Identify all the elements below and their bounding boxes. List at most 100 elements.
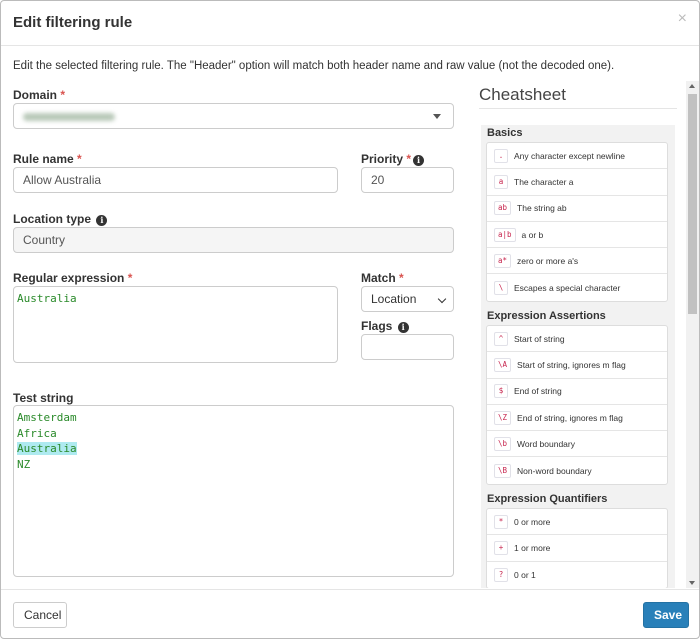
cheatsheet-item: a* zero or more a's: [487, 248, 667, 275]
code-token: a*: [494, 253, 512, 268]
rule-name-input[interactable]: Allow Australia: [13, 167, 338, 193]
code-token: .: [494, 148, 508, 163]
cheatsheet-item: +1 or more: [487, 535, 667, 562]
test-line: NZ: [17, 457, 31, 471]
code-token: a|b: [494, 227, 516, 242]
code-token: +: [494, 540, 508, 555]
code-desc: a or b: [521, 229, 544, 240]
cheatsheet-item: $ End of string: [487, 379, 667, 405]
cheatsheet-divider: [479, 108, 677, 109]
modal-scrollbar[interactable]: [686, 81, 699, 588]
rule-name-label-text: Rule name: [13, 152, 74, 166]
match-label-text: Match: [361, 271, 396, 285]
cheatsheet-section-title: Basics: [487, 127, 523, 139]
intro-text: Edit the selected filtering rule. The "H…: [13, 60, 615, 72]
test-string-textarea[interactable]: Amsterdam Africa Australia NZ: [13, 405, 454, 577]
save-button[interactable]: Save: [643, 602, 689, 628]
info-circle-icon[interactable]: i: [96, 215, 108, 226]
code-desc: The character a: [514, 176, 574, 187]
location-type-label-text: Location type: [13, 212, 92, 226]
cheatsheet-section-title: Expression Assertions: [487, 310, 606, 322]
caret-down-icon: [433, 114, 441, 119]
code-token: *: [494, 514, 508, 529]
code-desc: End of string: [514, 386, 562, 397]
regex-label: Regular expression *: [13, 271, 132, 285]
code-desc: End of string, ignores m flag: [517, 412, 623, 423]
priority-label-text: Priority: [361, 152, 404, 166]
code-desc: Start of string, ignores m flag: [517, 359, 626, 370]
code-token: \A: [494, 357, 512, 372]
required-mark: *: [60, 88, 66, 102]
code-desc: The string ab: [517, 203, 567, 214]
domain-label: Domain *: [13, 88, 65, 102]
domain-label-text: Domain: [13, 88, 58, 102]
code-desc: Non-word boundary: [517, 465, 592, 476]
code-desc: 0 or 1: [514, 569, 536, 580]
location-type-input[interactable]: Country: [13, 227, 454, 253]
code-desc: zero or more a's: [517, 255, 579, 266]
code-token: \B: [494, 463, 512, 478]
scroll-down-icon[interactable]: [689, 581, 695, 585]
cheatsheet-item: a|b a or b: [487, 222, 667, 249]
test-line-match: Australia: [17, 441, 450, 457]
cheatsheet-item: ^ Start of string: [487, 326, 667, 353]
close-icon[interactable]: ×: [678, 11, 687, 27]
cheatsheet-item: \Z End of string, ignores m flag: [487, 405, 667, 432]
cheatsheet-item: ? 0 or 1: [487, 562, 667, 588]
code-desc: Word boundary: [517, 438, 575, 449]
code-desc: Escapes a special character: [514, 282, 621, 293]
modal-header: Edit filtering rule ×: [1, 1, 699, 46]
code-desc: Start of string: [514, 333, 565, 344]
flags-input[interactable]: [361, 334, 454, 360]
match-highlight: Australia: [17, 442, 77, 455]
required-mark: *: [399, 271, 404, 285]
code-token: \Z: [494, 410, 512, 425]
cheatsheet-item: \A Start of string, ignores m flag: [487, 352, 667, 379]
modal-footer: Cancel Save: [1, 589, 699, 638]
code-token: ^: [494, 331, 508, 346]
cheatsheet-item: . Any character except newline: [487, 143, 667, 170]
cheatsheet-item: \ Escapes a special character: [487, 274, 667, 300]
cheatsheet-item: a The character a: [487, 169, 667, 196]
priority-input[interactable]: 20: [361, 167, 454, 193]
cheatsheet-list-assertions: ^ Start of string \A Start of string, igno…: [486, 325, 668, 485]
test-line: Amsterdam: [17, 411, 77, 424]
chevron-down-icon: [437, 294, 447, 304]
match-label: Match *: [361, 271, 404, 285]
regex-textarea[interactable]: Australia: [13, 286, 338, 363]
flags-label: Flags i: [361, 319, 409, 333]
code-desc: 1 or more: [514, 542, 551, 553]
domain-value-redacted: [23, 112, 115, 121]
scrollbar-thumb[interactable]: [688, 94, 697, 314]
required-mark: *: [406, 152, 412, 166]
code-token: ab: [494, 201, 512, 216]
code-token: \: [494, 280, 508, 295]
match-select-value: Location: [371, 292, 417, 306]
cancel-button[interactable]: Cancel: [13, 602, 67, 628]
domain-select[interactable]: [13, 103, 454, 129]
code-desc: 0 or more: [514, 516, 551, 527]
cheatsheet-list-quantifiers: * 0 or more +1 or more ? 0 or 1: [486, 508, 668, 588]
required-mark: *: [127, 271, 133, 285]
code-desc: Any character except newline: [514, 150, 626, 161]
location-type-label: Location type i: [13, 212, 108, 226]
scroll-up-icon[interactable]: [689, 84, 695, 88]
modal-title: Edit filtering rule: [13, 14, 133, 31]
required-mark: *: [77, 152, 82, 166]
test-line: Africa: [17, 426, 57, 440]
priority-label: Priority * i: [361, 152, 425, 166]
test-string-label: Test string: [13, 391, 74, 405]
info-circle-icon[interactable]: i: [413, 155, 425, 166]
cheatsheet-panel: Basics . Any character except newline a Th…: [481, 125, 675, 588]
cheatsheet-item: \b Word boundary: [487, 431, 667, 458]
flags-label-text: Flags: [361, 319, 393, 333]
match-select[interactable]: Location: [361, 286, 454, 312]
cheatsheet-item: * 0 or more: [487, 509, 667, 536]
code-token: \b: [494, 436, 512, 451]
regex-label-text: Regular expression: [13, 271, 125, 285]
code-token: $: [494, 384, 508, 399]
cheatsheet-title: Cheatsheet: [479, 85, 566, 104]
edit-filtering-rule-modal: Edit filtering rule × Edit the selected …: [0, 0, 700, 639]
cheatsheet-item: \B Non-word boundary: [487, 457, 667, 483]
info-circle-icon[interactable]: i: [397, 322, 409, 333]
